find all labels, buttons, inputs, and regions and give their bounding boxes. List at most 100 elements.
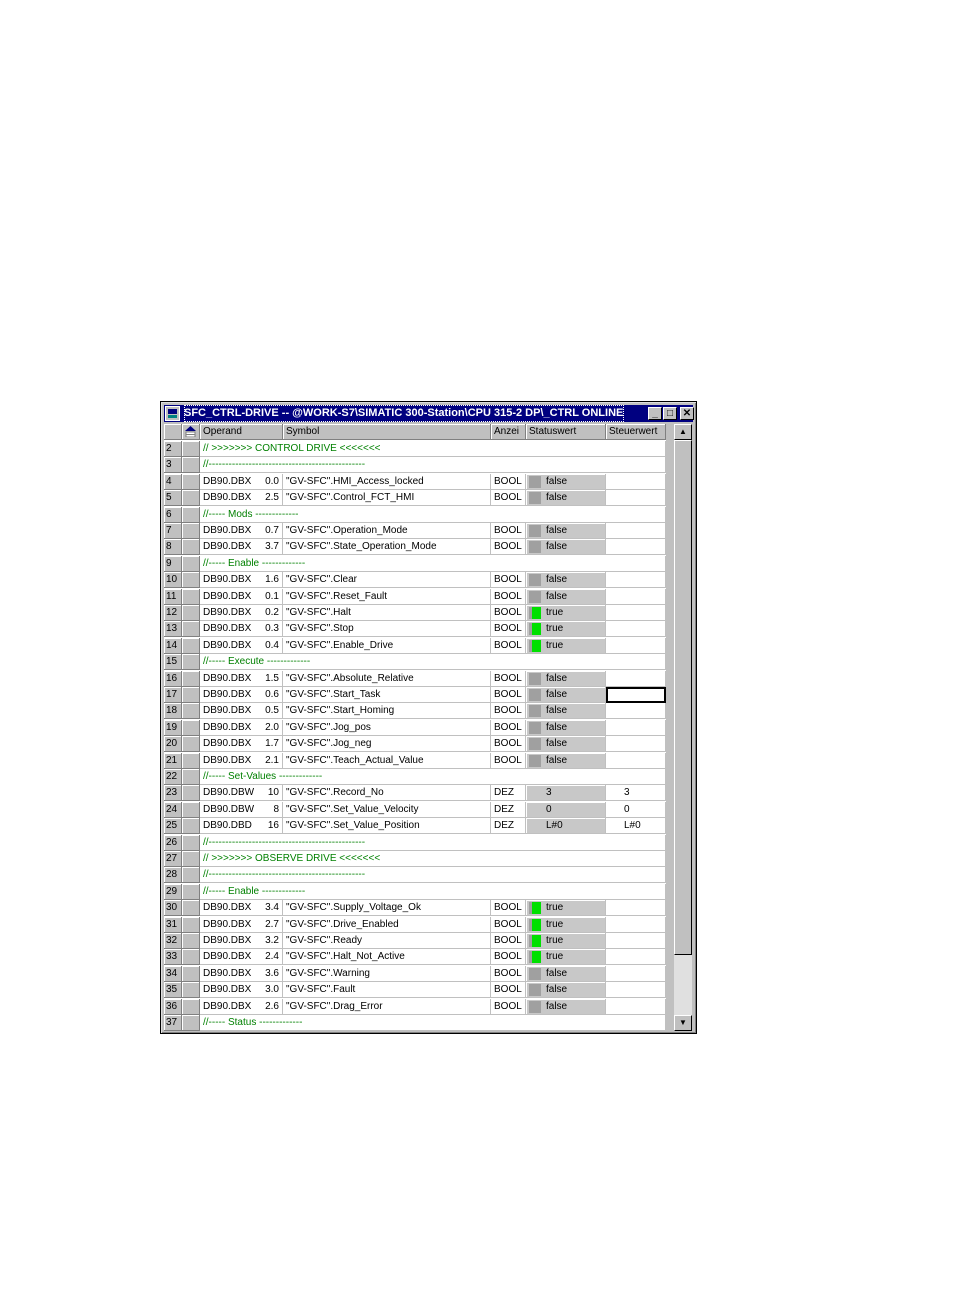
row-number[interactable]: 31	[164, 917, 182, 933]
close-button[interactable]: ✕	[680, 407, 694, 420]
table-row[interactable]: 30 DB90.DBX 3.4 "GV-SFC".Supply_Voltage_Ok B…	[164, 900, 666, 916]
format-cell[interactable]: BOOL	[491, 621, 526, 637]
table-row[interactable]: 4 DB90.DBX 0.0 "GV-SFC".HMI_Access_locked BO…	[164, 474, 666, 490]
control-value-cell[interactable]	[606, 539, 666, 555]
symbol-cell[interactable]: "GV-SFC".Ready	[283, 933, 491, 949]
table-row[interactable]: 13 DB90.DBX 0.3 "GV-SFC".Stop BOOL true	[164, 621, 666, 637]
row-selector[interactable]	[182, 736, 200, 752]
row-number[interactable]: 25	[164, 818, 182, 834]
symbol-cell[interactable]: "GV-SFC".Start_Homing	[283, 703, 491, 719]
table-row[interactable]: 24 DB90.DBW 8 "GV-SFC".Set_Value_Velocity DE…	[164, 802, 666, 818]
row-number[interactable]: 19	[164, 720, 182, 736]
control-value-cell[interactable]	[606, 949, 666, 965]
symbol-cell[interactable]: "GV-SFC".Absolute_Relative	[283, 671, 491, 687]
table-row[interactable]: 34 DB90.DBX 3.6 "GV-SFC".Warning BOOL false	[164, 966, 666, 982]
symbol-cell[interactable]: "GV-SFC".Set_Value_Position	[283, 818, 491, 834]
row-number[interactable]: 35	[164, 982, 182, 998]
operand-cell[interactable]: DB90.DBD 16	[200, 818, 283, 834]
scroll-thumb[interactable]	[674, 440, 692, 955]
control-value-cell[interactable]	[606, 474, 666, 490]
symbol-cell[interactable]: "GV-SFC".HMI_Access_locked	[283, 474, 491, 490]
symbol-cell[interactable]: "GV-SFC".Teach_Actual_Value	[283, 753, 491, 769]
row-number[interactable]: 26	[164, 835, 182, 851]
row-number[interactable]: 21	[164, 753, 182, 769]
control-value-cell[interactable]	[606, 671, 666, 687]
row-number[interactable]: 3	[164, 457, 182, 473]
format-cell[interactable]: BOOL	[491, 720, 526, 736]
row-selector[interactable]	[182, 884, 200, 900]
comment-text[interactable]: //----- Set-Values -------------	[200, 769, 666, 785]
col-header-symbol[interactable]: Symbol	[283, 424, 491, 440]
operand-cell[interactable]: DB90.DBX 0.7	[200, 523, 283, 539]
row-selector[interactable]	[182, 703, 200, 719]
row-selector[interactable]	[182, 949, 200, 965]
format-cell[interactable]: DEZ	[491, 785, 526, 801]
row-number[interactable]: 11	[164, 589, 182, 605]
format-cell[interactable]: BOOL	[491, 736, 526, 752]
symbol-cell[interactable]: "GV-SFC".Operation_Mode	[283, 523, 491, 539]
symbol-cell[interactable]: "GV-SFC".Clear	[283, 572, 491, 588]
row-selector[interactable]	[182, 507, 200, 523]
symbol-cell[interactable]: "GV-SFC".Start_Task	[283, 687, 491, 703]
row-selector[interactable]	[182, 523, 200, 539]
control-value-cell[interactable]	[606, 572, 666, 588]
format-cell[interactable]: BOOL	[491, 982, 526, 998]
comment-row[interactable]: 6 //----- Mods -------------	[164, 507, 666, 523]
row-number[interactable]: 2	[164, 441, 182, 457]
col-header-operand[interactable]: Operand	[200, 424, 283, 440]
table-row[interactable]: 19 DB90.DBX 2.0 "GV-SFC".Jog_pos BOOL false	[164, 720, 666, 736]
symbol-cell[interactable]: "GV-SFC".State_Operation_Mode	[283, 539, 491, 555]
scroll-down-arrow-icon[interactable]: ▼	[674, 1015, 692, 1031]
format-cell[interactable]: DEZ	[491, 802, 526, 818]
minimize-button[interactable]: _	[648, 407, 662, 420]
table-row[interactable]: 36 DB90.DBX 2.6 "GV-SFC".Drag_Error BOOL fals…	[164, 999, 666, 1015]
row-selector[interactable]	[182, 785, 200, 801]
title-bar[interactable]: SFC_CTRL-DRIVE -- @WORK-S7\SIMATIC 300-S…	[164, 405, 694, 422]
row-selector[interactable]	[182, 753, 200, 769]
row-selector[interactable]	[182, 835, 200, 851]
format-cell[interactable]: BOOL	[491, 966, 526, 982]
comment-text[interactable]: //----- Execute -------------	[200, 654, 666, 670]
control-value-cell[interactable]	[606, 966, 666, 982]
control-value-cell[interactable]	[606, 982, 666, 998]
control-value-cell[interactable]	[606, 900, 666, 916]
symbol-cell[interactable]: "GV-SFC".Fault	[283, 982, 491, 998]
row-selector[interactable]	[182, 900, 200, 916]
comment-row[interactable]: 37 //----- Status -------------	[164, 1015, 666, 1031]
operand-cell[interactable]: DB90.DBX 3.6	[200, 966, 283, 982]
row-selector[interactable]	[182, 769, 200, 785]
operand-cell[interactable]: DB90.DBW 10	[200, 785, 283, 801]
operand-cell[interactable]: DB90.DBX 3.4	[200, 900, 283, 916]
comment-row[interactable]: 3 //-------------------------------------…	[164, 457, 666, 473]
row-number[interactable]: 30	[164, 900, 182, 916]
symbol-cell[interactable]: "GV-SFC".Jog_pos	[283, 720, 491, 736]
format-cell[interactable]: BOOL	[491, 523, 526, 539]
row-selector[interactable]	[182, 638, 200, 654]
control-value-cell[interactable]: 0	[606, 802, 666, 818]
comment-row[interactable]: 26 //------------------------------------…	[164, 835, 666, 851]
table-row[interactable]: 33 DB90.DBX 2.4 "GV-SFC".Halt_Not_Active BOO…	[164, 949, 666, 965]
format-cell[interactable]: BOOL	[491, 572, 526, 588]
control-value-cell[interactable]	[606, 917, 666, 933]
operand-cell[interactable]: DB90.DBX 3.7	[200, 539, 283, 555]
format-cell[interactable]: BOOL	[491, 539, 526, 555]
format-cell[interactable]: DEZ	[491, 818, 526, 834]
table-row[interactable]: 31 DB90.DBX 2.7 "GV-SFC".Drive_Enabled BOOL t…	[164, 917, 666, 933]
row-number[interactable]: 5	[164, 490, 182, 506]
scroll-up-arrow-icon[interactable]: ▲	[674, 424, 692, 440]
format-cell[interactable]: BOOL	[491, 687, 526, 703]
header-corner[interactable]	[164, 424, 182, 440]
comment-row[interactable]: 29 //----- Enable -------------	[164, 884, 666, 900]
comment-row[interactable]: 2 // >>>>>>> CONTROL DRIVE <<<<<<<	[164, 441, 666, 457]
comment-text[interactable]: //--------------------------------------…	[200, 867, 666, 883]
format-cell[interactable]: BOOL	[491, 703, 526, 719]
col-header-format[interactable]: Anzei	[491, 424, 526, 440]
operand-cell[interactable]: DB90.DBX 2.7	[200, 917, 283, 933]
table-row[interactable]: 32 DB90.DBX 3.2 "GV-SFC".Ready BOOL true	[164, 933, 666, 949]
operand-cell[interactable]: DB90.DBX 2.0	[200, 720, 283, 736]
table-row[interactable]: 5 DB90.DBX 2.5 "GV-SFC".Control_FCT_HMI BOOL…	[164, 490, 666, 506]
table-row[interactable]: 20 DB90.DBX 1.7 "GV-SFC".Jog_neg BOOL false	[164, 736, 666, 752]
operand-cell[interactable]: DB90.DBX 3.2	[200, 933, 283, 949]
comment-text[interactable]: // >>>>>>> CONTROL DRIVE <<<<<<<	[200, 441, 666, 457]
format-cell[interactable]: BOOL	[491, 474, 526, 490]
